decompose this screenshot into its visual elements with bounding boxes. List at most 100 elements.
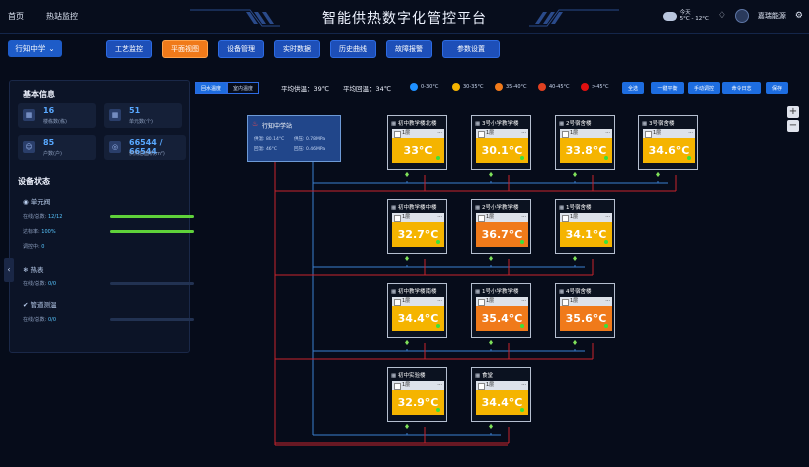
building-icon: ▦ (642, 121, 649, 127)
building-card[interactable]: ▦ 初中实验楼 1层 ··· 32.9°C (387, 367, 447, 422)
status-dot-icon (520, 240, 524, 244)
building-name: ▦ 初中实验楼 (391, 371, 425, 379)
floor-label: 1层 (486, 214, 495, 220)
status-dot-icon (436, 408, 440, 412)
more-icon[interactable]: ··· (521, 381, 526, 390)
floor-label: 1层 (486, 298, 495, 304)
floor-label: 1层 (486, 382, 495, 388)
heat-station[interactable]: ♨ 行知中学站 供温: 80.14°C 供压: 0.78MPa 回温: 46°C… (247, 115, 341, 162)
valve-icon[interactable]: ♦ (487, 339, 495, 349)
floor-label: 1层 (402, 214, 411, 220)
status-dot-icon (604, 240, 608, 244)
more-icon[interactable]: ··· (605, 297, 610, 306)
building-name: ▦ 1号宿舍楼 (559, 203, 591, 211)
building-icon: ▦ (475, 289, 482, 295)
more-icon[interactable]: ··· (437, 381, 442, 390)
more-icon[interactable]: ··· (521, 129, 526, 138)
more-icon[interactable]: ··· (437, 129, 442, 138)
valve-icon[interactable]: ♦ (487, 423, 495, 433)
floor-checkbox[interactable]: 1层 ··· (476, 129, 528, 138)
station-return-temp: 回温: 46°C (254, 147, 278, 152)
floor-checkbox[interactable]: 1层 ··· (560, 213, 612, 222)
building-card[interactable]: ▦ 初中教学楼北楼 1层 ··· 33°C (387, 115, 447, 170)
building-name: ▦ 食堂 (475, 371, 493, 379)
building-name: ▦ 3号小学教学楼 (475, 119, 518, 127)
more-icon[interactable]: ··· (437, 297, 442, 306)
building-icon: ▦ (391, 373, 398, 379)
building-card[interactable]: ▦ 1号宿舍楼 1层 ··· 34.1°C (555, 199, 615, 254)
floor-checkbox[interactable]: 1层 ··· (392, 381, 444, 390)
valve-icon[interactable]: ♦ (571, 255, 579, 265)
floor-checkbox[interactable]: 1层 ··· (476, 381, 528, 390)
more-icon[interactable]: ··· (605, 213, 610, 222)
building-card[interactable]: ▦ 初中教学楼南楼 1层 ··· 34.4°C (387, 283, 447, 338)
building-card[interactable]: ▦ 3号宿舍楼 1层 ··· 34.6°C (638, 115, 698, 170)
more-icon[interactable]: ··· (521, 297, 526, 306)
floor-label: 1层 (570, 214, 579, 220)
building-card[interactable]: ▦ 3号小学教学楼 1层 ··· 30.1°C (471, 115, 531, 170)
more-icon[interactable]: ··· (688, 129, 693, 138)
building-card[interactable]: ▦ 食堂 1层 ··· 34.4°C (471, 367, 531, 422)
more-icon[interactable]: ··· (437, 213, 442, 222)
building-name: ▦ 初中教学楼中楼 (391, 203, 436, 211)
building-card[interactable]: ▦ 2号宿舍楼 1层 ··· 33.8°C (555, 115, 615, 170)
building-icon: ▦ (559, 205, 566, 211)
floor-checkbox[interactable]: 1层 ··· (643, 129, 695, 138)
valve-icon[interactable]: ♦ (403, 339, 411, 349)
building-card[interactable]: ▦ 2号小学教学楼 1层 ··· 36.7°C (471, 199, 531, 254)
valve-icon[interactable]: ♦ (654, 171, 662, 181)
building-card[interactable]: ▦ 初中教学楼中楼 1层 ··· 32.7°C (387, 199, 447, 254)
building-card[interactable]: ▦ 4号宿舍楼 1层 ··· 35.6°C (555, 283, 615, 338)
building-name: ▦ 初中教学楼北楼 (391, 119, 436, 127)
building-icon: ▦ (475, 121, 482, 127)
building-icon: ▦ (559, 289, 566, 295)
floor-label: 1层 (570, 298, 579, 304)
building-icon: ▦ (391, 121, 398, 127)
floor-checkbox[interactable]: 1层 ··· (476, 297, 528, 306)
valve-icon[interactable]: ♦ (487, 255, 495, 265)
more-icon[interactable]: ··· (521, 213, 526, 222)
building-card[interactable]: ▦ 1号小学教学楼 1层 ··· 35.4°C (471, 283, 531, 338)
building-name-text: 初中教学楼中楼 (397, 205, 437, 211)
building-name-text: 初中实验楼 (397, 373, 426, 379)
floor-checkbox[interactable]: 1层 ··· (392, 213, 444, 222)
valve-icon[interactable]: ♦ (403, 423, 411, 433)
station-supply-temp: 供温: 80.14°C (254, 137, 285, 142)
floor-checkbox[interactable]: 1层 ··· (560, 129, 612, 138)
status-dot-icon (520, 408, 524, 412)
valve-icon[interactable]: ♦ (403, 171, 411, 181)
status-dot-icon (687, 156, 691, 160)
floor-label: 1层 (402, 298, 411, 304)
valve-icon[interactable]: ♦ (571, 339, 579, 349)
building-name: ▦ 2号宿舍楼 (559, 119, 591, 127)
building-name-text: 1号宿舍楼 (565, 205, 592, 211)
building-name-text: 食堂 (481, 373, 493, 379)
more-icon[interactable]: ··· (605, 129, 610, 138)
status-dot-icon (436, 324, 440, 328)
floor-checkbox[interactable]: 1层 ··· (392, 129, 444, 138)
status-dot-icon (436, 240, 440, 244)
building-icon: ▦ (475, 205, 482, 211)
valve-icon[interactable]: ♦ (403, 255, 411, 265)
app-root: 首页 热站监控 智能供热数字化管控平台 今天 5°C - 12°C ♢ 嘉瑞能源 … (0, 0, 809, 467)
status-dot-icon (604, 156, 608, 160)
status-dot-icon (436, 156, 440, 160)
building-name: ▦ 1号小学教学楼 (475, 287, 518, 295)
valve-icon[interactable]: ♦ (487, 171, 495, 181)
building-icon: ▦ (391, 205, 398, 211)
building-name-text: 3号宿舍楼 (648, 121, 675, 127)
station-name: 行知中学站 (262, 123, 293, 130)
floor-checkbox[interactable]: 1层 ··· (392, 297, 444, 306)
building-name-text: 初中教学楼南楼 (397, 289, 437, 295)
building-name-text: 3号小学教学楼 (481, 121, 519, 127)
valve-icon[interactable]: ♦ (571, 171, 579, 181)
building-name: ▦ 2号小学教学楼 (475, 203, 518, 211)
building-name: ▦ 3号宿舍楼 (642, 119, 674, 127)
status-dot-icon (520, 156, 524, 160)
floor-checkbox[interactable]: 1层 ··· (476, 213, 528, 222)
station-flame-icon: ♨ (252, 120, 259, 128)
floor-label: 1层 (653, 130, 662, 136)
floor-checkbox[interactable]: 1层 ··· (560, 297, 612, 306)
building-name: ▦ 初中教学楼南楼 (391, 287, 436, 295)
floor-label: 1层 (402, 130, 411, 136)
